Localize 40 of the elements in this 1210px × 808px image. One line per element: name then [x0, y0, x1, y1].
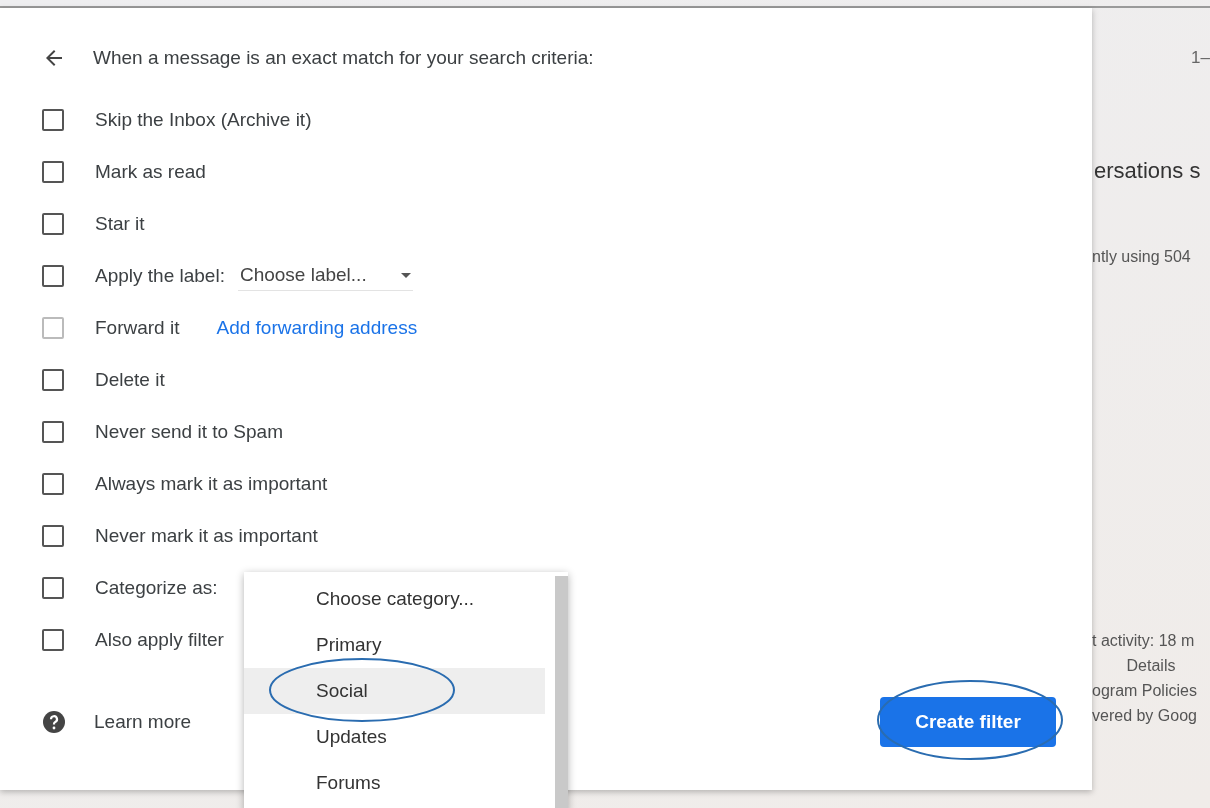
- checkbox[interactable]: [42, 421, 64, 443]
- option-label: Skip the Inbox (Archive it): [95, 109, 312, 131]
- menu-item[interactable]: Forums: [244, 760, 545, 806]
- option-label: Apply the label:: [95, 265, 225, 287]
- option-label: Forward it: [95, 317, 180, 339]
- footer-text: t activity: 18 m: [1092, 632, 1195, 650]
- learn-more-link[interactable]: Learn more: [94, 711, 192, 733]
- dialog-heading: When a message is an exact match for your search criteria:: [93, 47, 594, 69]
- storage-text: ntly using 504: [1092, 248, 1192, 266]
- label-select[interactable]: Choose label...: [237, 261, 413, 291]
- option-label: Never send it to Spam: [95, 421, 283, 443]
- menu-item[interactable]: Choose category...: [244, 576, 545, 622]
- checkbox[interactable]: [42, 161, 64, 183]
- menu-item[interactable]: Social: [244, 668, 545, 714]
- option-label: Delete it: [95, 369, 165, 391]
- option-label: Mark as read: [95, 161, 206, 183]
- checkbox[interactable]: [42, 265, 64, 287]
- menu-item[interactable]: Updates: [244, 714, 545, 760]
- option-label: Star it: [95, 213, 145, 235]
- footer-text: Details: [1126, 657, 1176, 675]
- option-label: Always mark it as important: [95, 473, 328, 495]
- checkbox[interactable]: [42, 473, 64, 495]
- checkbox[interactable]: [42, 525, 64, 547]
- option-label: Also apply filter: [95, 629, 224, 651]
- caret-icon: [400, 272, 411, 278]
- settings-heading: ersations s: [1094, 158, 1202, 184]
- option-label: Never mark it as important: [95, 525, 318, 547]
- checkbox[interactable]: [42, 629, 64, 651]
- option-label: Categorize as:: [95, 577, 218, 599]
- scrollbar[interactable]: [555, 576, 568, 808]
- footer-text: ogram Policies: [1092, 682, 1197, 700]
- checkbox[interactable]: [42, 213, 64, 235]
- menu-item[interactable]: Primary: [244, 622, 545, 668]
- checkbox[interactable]: [42, 109, 64, 131]
- checkbox[interactable]: [42, 577, 64, 599]
- checkbox[interactable]: [42, 369, 64, 391]
- page-range-text: 1–: [1191, 48, 1210, 68]
- help-icon[interactable]: [42, 710, 66, 734]
- create-filter-button[interactable]: Create filter: [880, 697, 1056, 747]
- footer-text: vered by Goog: [1092, 707, 1197, 725]
